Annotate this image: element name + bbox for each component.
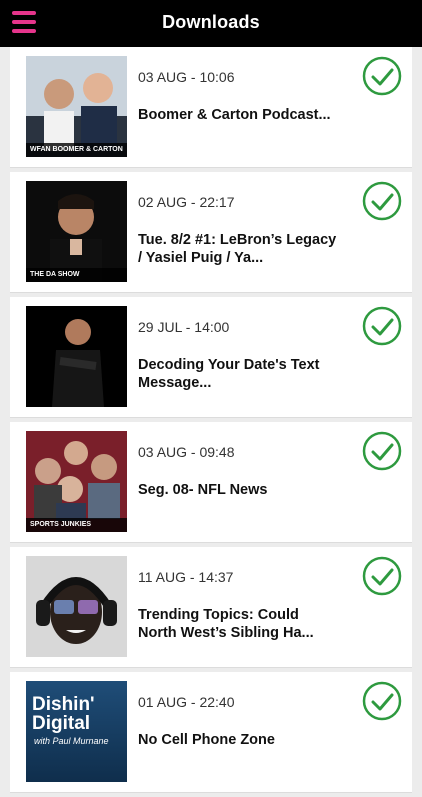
app-header: Downloads	[0, 0, 422, 47]
downloaded-check-icon[interactable]	[362, 306, 402, 346]
download-item[interactable]: Dishin' Digital with Paul Murnane 01 AUG…	[10, 672, 412, 793]
download-item[interactable]: WFAN BOOMER & CARTON 03 AUG - 10:06 Boom…	[10, 47, 412, 168]
episode-date: 01 AUG - 22:40	[138, 694, 235, 710]
downloaded-check-icon[interactable]	[362, 56, 402, 96]
episode-artwork: Dishin' Digital with Paul Murnane	[26, 681, 127, 782]
artwork-title: Dishin' Digital	[32, 694, 95, 734]
episode-date: 02 AUG - 22:17	[138, 194, 235, 210]
artwork-caption: THE DA SHOW	[26, 268, 127, 282]
artwork-caption: WFAN BOOMER & CARTON	[26, 143, 127, 157]
episode-title: Trending Topics: Could North West’s Sibl…	[138, 607, 314, 641]
downloaded-check-icon[interactable]	[362, 681, 402, 721]
episode-artwork: THE DA SHOW	[26, 181, 127, 282]
download-item[interactable]: THE DA SHOW 02 AUG - 22:17 Tue. 8/2 #1: …	[10, 172, 412, 293]
download-item[interactable]: 11 AUG - 14:37 Trending Topics: Could No…	[10, 547, 412, 668]
download-item[interactable]: SPORTS JUNKIES 03 AUG - 09:48 Seg. 08- N…	[10, 422, 412, 543]
downloads-list: WFAN BOOMER & CARTON 03 AUG - 10:06 Boom…	[10, 47, 412, 797]
episode-date: 29 JUL - 14:00	[138, 319, 230, 335]
episode-date: 03 AUG - 10:06	[138, 69, 235, 85]
download-item[interactable]: 29 JUL - 14:00 Decoding Your Date's Text…	[10, 297, 412, 418]
episode-date: 03 AUG - 09:48	[138, 444, 235, 460]
page-title: Downloads	[162, 12, 260, 32]
episode-artwork	[26, 556, 127, 657]
artwork-caption: SPORTS JUNKIES	[26, 518, 127, 532]
downloaded-check-icon[interactable]	[362, 431, 402, 471]
episode-artwork	[26, 306, 127, 407]
downloaded-check-icon[interactable]	[362, 556, 402, 596]
episode-title: Boomer & Carton Podcast...	[138, 107, 331, 123]
episode-title: Decoding Your Date's Text Message...	[138, 357, 320, 391]
episode-title: Seg. 08- NFL News	[138, 482, 268, 498]
episode-date: 11 AUG - 14:37	[138, 569, 234, 585]
episode-artwork: WFAN BOOMER & CARTON	[26, 56, 127, 157]
episode-artwork: SPORTS JUNKIES	[26, 431, 127, 532]
artwork-subtitle: with Paul Murnane	[34, 736, 109, 746]
episode-title: Tue. 8/2 #1: LeBron’s Legacy / Yasiel Pu…	[138, 232, 337, 266]
episode-title: No Cell Phone Zone	[138, 732, 275, 748]
downloaded-check-icon[interactable]	[362, 181, 402, 221]
